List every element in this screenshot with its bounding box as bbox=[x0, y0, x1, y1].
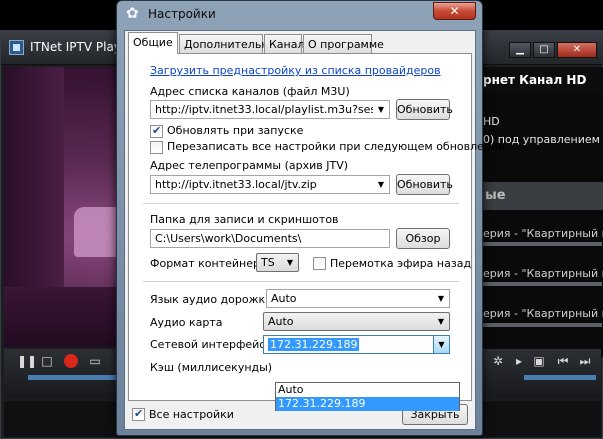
playlist-url-combo[interactable]: http://iptv.itnet33.local/playlist.m3u?s… bbox=[150, 100, 390, 119]
playlist-label: Адрес списка каналов (файл M3U) bbox=[150, 85, 350, 98]
update-on-start-label: Обновлять при запуске bbox=[167, 124, 304, 137]
rewind-label: Перемотка эфира назад bbox=[330, 257, 472, 270]
audio-language-label: Язык аудио дорожки bbox=[150, 293, 273, 306]
general-tab-panel: Загрузить преднастройку из списка провай… bbox=[128, 53, 505, 401]
network-interface-label: Сетевой интерфейс bbox=[150, 338, 266, 351]
audio-card-select[interactable]: Auto ▼ bbox=[263, 312, 450, 331]
player-minimize-button[interactable]: ▁ bbox=[509, 42, 531, 58]
pause-icon[interactable]: ❚❚ bbox=[17, 354, 37, 368]
channel-side-panel: рнет Канал HD HD 0) под управлением А...… bbox=[479, 67, 603, 357]
settings-dialog: ✿ Настройки ✕ Общие Дополнительно Канал … bbox=[116, 0, 505, 436]
chevron-down-icon: ▼ bbox=[433, 290, 449, 307]
folder-path-input[interactable]: C:\Users\work\Documents\ bbox=[150, 229, 390, 248]
container-label: Формат контейнера bbox=[150, 257, 267, 270]
overwrite-settings-label: Перезаписать все настройки при следующем… bbox=[167, 140, 506, 153]
epg-url-combo[interactable]: http://iptv.itnet33.local/jtv.zip ▼ bbox=[150, 175, 390, 194]
chevron-down-icon: ▼ bbox=[437, 317, 445, 326]
folder-label: Папка для записи и скриншотов bbox=[150, 213, 339, 226]
program-item[interactable]: ерия - "Квартирный в... bbox=[483, 307, 603, 320]
video-frame-wall bbox=[4, 67, 64, 287]
refresh-playlist-button[interactable]: Обновить bbox=[396, 99, 453, 120]
program-section-header: ые bbox=[479, 182, 603, 210]
program-progress bbox=[481, 242, 602, 246]
playlist-url-value: http://iptv.itnet33.local/playlist.m3u?s… bbox=[155, 103, 389, 116]
epg-label: Адрес телепрограммы (архив JTV) bbox=[150, 159, 349, 172]
container-select[interactable]: TS ▼ bbox=[256, 253, 299, 272]
gear-icon: ✿ bbox=[126, 4, 139, 22]
tab-channel[interactable]: Канал bbox=[264, 34, 305, 53]
browse-button[interactable]: Обзор bbox=[396, 228, 450, 249]
dialog-title: Настройки bbox=[148, 7, 216, 21]
preset-link[interactable]: Загрузить преднастройку из списка провай… bbox=[150, 64, 441, 77]
overwrite-settings-checkbox[interactable] bbox=[150, 141, 163, 154]
dialog-body: Общие Дополнительно Канал О программе За… bbox=[124, 30, 505, 430]
chevron-down-icon: ▼ bbox=[286, 258, 294, 267]
dialog-titlebar[interactable]: ✿ Настройки ✕ bbox=[117, 1, 482, 27]
tab-advanced[interactable]: Дополнительно bbox=[179, 34, 275, 53]
network-interface-dropdown: Auto 172.31.229.189 bbox=[275, 382, 460, 411]
chevron-down-icon: ▼ bbox=[433, 336, 449, 353]
epg-url-value: http://iptv.itnet33.local/jtv.zip bbox=[155, 178, 317, 191]
chevron-down-icon: ▼ bbox=[373, 176, 389, 193]
play-circle-icon[interactable]: ▸ bbox=[512, 354, 526, 368]
refresh-epg-button[interactable]: Обновить bbox=[396, 174, 453, 195]
audio-card-value: Auto bbox=[268, 315, 294, 328]
all-settings-label: Все настройки bbox=[149, 408, 234, 421]
audio-language-select[interactable]: Auto ▼ bbox=[266, 289, 450, 308]
program-progress bbox=[481, 323, 602, 327]
audio-card-label: Аудио карта bbox=[150, 316, 223, 329]
record-icon[interactable] bbox=[64, 354, 78, 368]
dialog-close-button[interactable]: ✕ bbox=[433, 2, 476, 20]
program-item[interactable]: ерия - "Квартирный в... bbox=[483, 227, 603, 240]
cache-label: Кэш (миллисекунды) bbox=[150, 361, 273, 374]
settings-gear-icon[interactable]: ✲ bbox=[491, 354, 505, 368]
all-settings-checkbox[interactable] bbox=[132, 407, 145, 421]
section-divider bbox=[143, 203, 459, 204]
chevron-down-icon: ▼ bbox=[373, 101, 389, 118]
channel-info-1: HD bbox=[483, 115, 500, 128]
program-item[interactable]: ерия - "Квартирный в... bbox=[483, 267, 603, 280]
program-progress bbox=[481, 282, 602, 286]
stop-square-icon[interactable]: ▣ bbox=[532, 354, 546, 368]
dropdown-option-auto[interactable]: Auto bbox=[276, 383, 459, 397]
player-close-button[interactable]: ✕ bbox=[557, 42, 597, 58]
player-logo-icon bbox=[9, 40, 24, 55]
prev-channel-icon[interactable]: ⏮ bbox=[556, 354, 570, 368]
volume-bar[interactable] bbox=[524, 375, 596, 380]
network-interface-select[interactable]: 172.31.229.189 ▼ bbox=[263, 335, 450, 354]
channel-name: рнет Канал HD bbox=[479, 67, 603, 93]
network-interface-value: 172.31.229.189 bbox=[268, 338, 360, 351]
tab-general[interactable]: Общие bbox=[128, 32, 178, 54]
dropdown-option-ip[interactable]: 172.31.229.189 bbox=[276, 397, 459, 411]
section-divider bbox=[143, 281, 459, 282]
rewind-checkbox[interactable] bbox=[313, 257, 326, 270]
player-maximize-button[interactable]: □ bbox=[533, 42, 555, 58]
stop-icon[interactable]: □ bbox=[40, 354, 54, 368]
audio-language-value: Auto bbox=[271, 292, 297, 305]
folder-icon[interactable]: ▭ bbox=[88, 354, 102, 368]
tab-about[interactable]: О программе bbox=[303, 34, 384, 53]
update-on-start-checkbox[interactable] bbox=[150, 124, 163, 138]
container-value: TS bbox=[261, 256, 275, 269]
next-channel-icon[interactable]: ⏭ bbox=[578, 354, 592, 368]
